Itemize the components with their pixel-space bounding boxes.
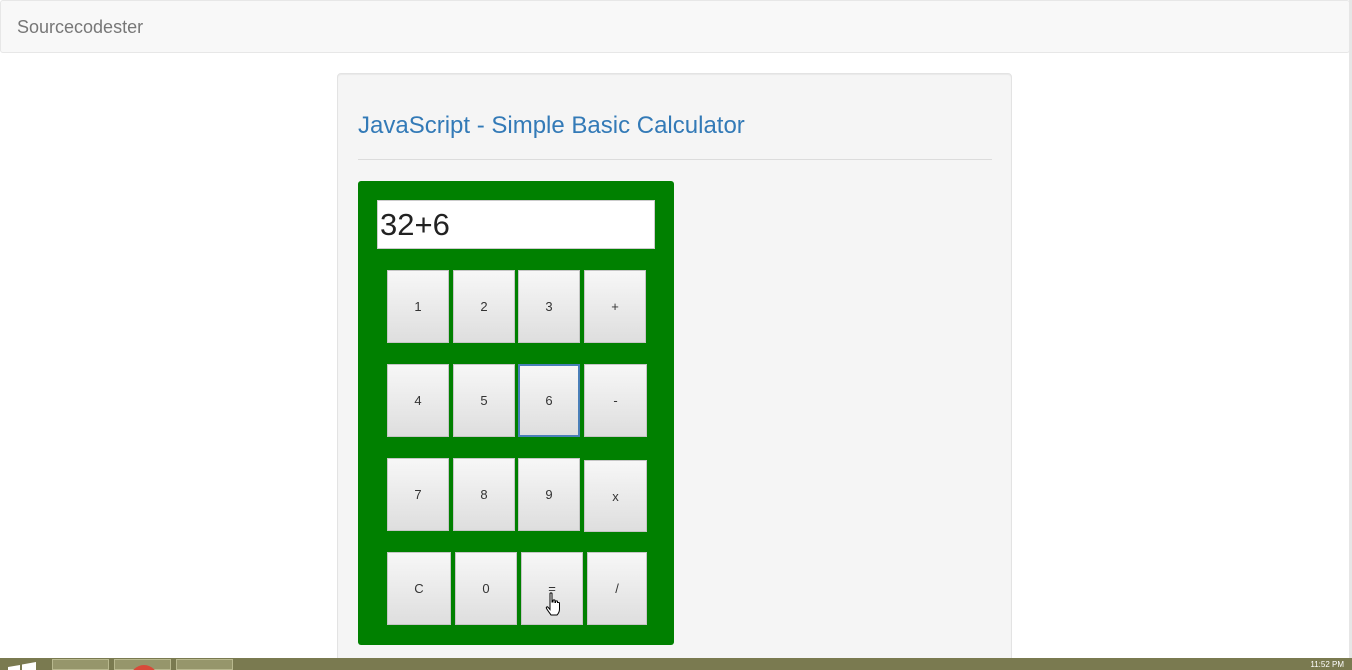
key-divide[interactable]: / [587,552,647,625]
key-2[interactable]: 2 [453,270,515,343]
chrome-icon [133,665,155,670]
taskbar-file-explorer-button[interactable] [52,659,109,670]
key-7[interactable]: 7 [387,458,449,531]
calculator-display[interactable] [377,200,655,249]
key-multiply[interactable]: x [584,460,647,532]
page-title: JavaScript - Simple Basic Calculator [358,112,745,139]
key-1[interactable]: 1 [387,270,449,343]
hand-cursor-icon [545,592,560,616]
windows-start-icon[interactable] [6,662,36,670]
key-3[interactable]: 3 [518,270,580,343]
key-plus[interactable]: + [584,270,646,343]
key-5[interactable]: 5 [453,364,515,437]
key-0[interactable]: 0 [455,552,517,625]
title-divider [358,159,992,160]
calculator: 1 2 3 + 4 5 6 - 7 8 9 x C 0 = / [358,181,674,645]
key-6[interactable]: 6 [518,364,580,437]
key-4[interactable]: 4 [387,364,449,437]
brand-link[interactable]: Sourcecodester [17,17,143,37]
key-8[interactable]: 8 [453,458,515,531]
key-minus[interactable]: - [584,364,647,437]
taskbar-clock[interactable]: 11:52 PM [1310,660,1344,670]
taskbar-notepad-button[interactable] [176,659,233,670]
taskbar-chrome-button[interactable] [114,659,171,670]
navbar: Sourcecodester [0,0,1350,53]
key-clear[interactable]: C [387,552,451,625]
taskbar: 11:52 PM [0,658,1352,670]
key-9[interactable]: 9 [518,458,580,531]
